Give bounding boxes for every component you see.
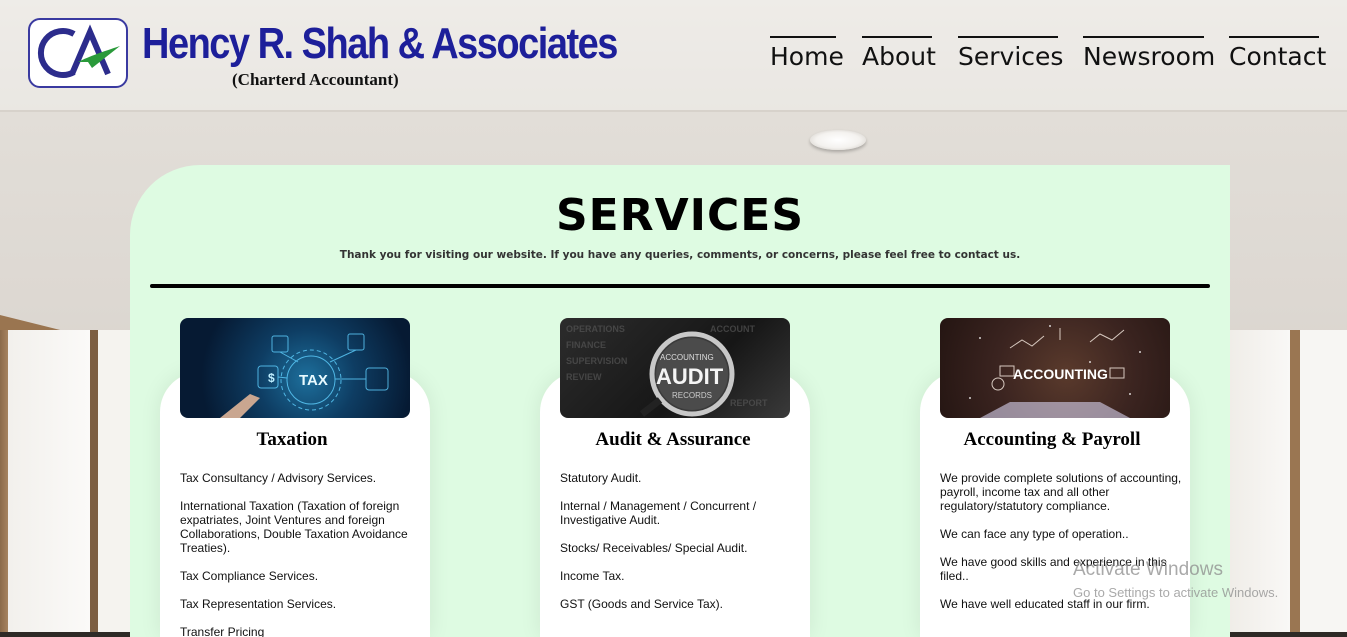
- list-item: GST (Goods and Service Tax).: [560, 597, 723, 611]
- ceiling-lamp: [810, 130, 866, 150]
- logo-link[interactable]: [28, 18, 128, 88]
- list-item: Stocks/ Receivables/ Special Audit.: [560, 541, 748, 555]
- list-item: Statutory Audit.: [560, 471, 642, 485]
- accounting-image: ACCOUNTING: [940, 318, 1170, 418]
- list-item: Tax Consultancy / Advisory Services.: [180, 471, 377, 485]
- service-list-accounting: We provide complete solutions of account…: [940, 471, 1190, 625]
- nav-home[interactable]: Home: [770, 36, 844, 72]
- svg-text:REVIEW: REVIEW: [566, 372, 602, 382]
- nav-contact[interactable]: Contact: [1229, 36, 1326, 72]
- accounting-image-label: ACCOUNTING: [1013, 366, 1108, 382]
- service-heading: Accounting & Payroll: [963, 429, 1141, 450]
- nav-services[interactable]: Services: [958, 36, 1063, 72]
- ca-logo-icon: [37, 24, 120, 78]
- page-subtitle: Thank you for visiting our website. If y…: [339, 249, 1021, 261]
- svg-text:FINANCE: FINANCE: [566, 340, 606, 350]
- svg-text:OPERATIONS: OPERATIONS: [566, 324, 625, 334]
- list-item: Internal / Management / Concurrent / Inv…: [560, 499, 757, 527]
- service-list-audit: Statutory Audit. Internal / Management /…: [560, 471, 810, 625]
- service-heading: Audit & Assurance: [595, 429, 751, 450]
- list-item: Transfer Pricing: [180, 625, 265, 637]
- watermark-subtitle: Go to Settings to activate Windows.: [1073, 585, 1279, 600]
- service-list-taxation: Tax Consultancy / Advisory Services. Int…: [180, 471, 430, 637]
- activate-windows-watermark: Activate Windows Go to Settings to activ…: [1073, 559, 1278, 600]
- magnifier-icon: OPERATIONS FINANCE SUPERVISION REVIEW ACCO…: [566, 324, 768, 417]
- list-item: Income Tax.: [560, 569, 625, 583]
- window-left: [0, 330, 130, 637]
- site-header: Hency R. Shah & Associates (Charterd Acc…: [0, 0, 1347, 110]
- nav-newsroom[interactable]: Newsroom: [1083, 36, 1215, 72]
- svg-text:ACCOUNT: ACCOUNT: [710, 324, 755, 334]
- watermark-title: Activate Windows: [1073, 559, 1223, 580]
- list-item: We can face any type of operation..: [940, 527, 1129, 541]
- page-title: SERVICES: [555, 190, 805, 241]
- service-heading: Taxation: [256, 429, 328, 450]
- tax-graphic-icon: $ TAX: [220, 333, 389, 418]
- brand-subtitle: (Charterd Accountant): [232, 70, 399, 89]
- audit-image-label: AUDIT: [656, 364, 724, 389]
- list-item: Tax Compliance Services.: [180, 569, 319, 583]
- title-divider: [150, 284, 1210, 288]
- svg-text:ACCOUNTING: ACCOUNTING: [660, 353, 714, 362]
- taxation-image: $ TAX: [180, 318, 410, 418]
- list-item: We provide complete solutions of account…: [940, 471, 1182, 513]
- list-item: Tax Representation Services.: [180, 597, 337, 611]
- tax-image-label: TAX: [299, 372, 328, 389]
- brand-name: Hency R. Shah & Associates: [142, 20, 618, 69]
- svg-text:SUPERVISION: SUPERVISION: [566, 356, 627, 366]
- svg-text:$: $: [268, 371, 275, 385]
- accounting-graphic-icon: ACCOUNTING: [969, 325, 1141, 418]
- ceiling-line: [0, 110, 1347, 112]
- list-item: International Taxation (Taxation of fore…: [180, 499, 408, 555]
- svg-text:REPORT: REPORT: [730, 398, 768, 408]
- audit-image: OPERATIONS FINANCE SUPERVISION REVIEW ACCO…: [560, 318, 790, 418]
- svg-text:RECORDS: RECORDS: [672, 391, 712, 400]
- nav-about[interactable]: About: [862, 36, 936, 72]
